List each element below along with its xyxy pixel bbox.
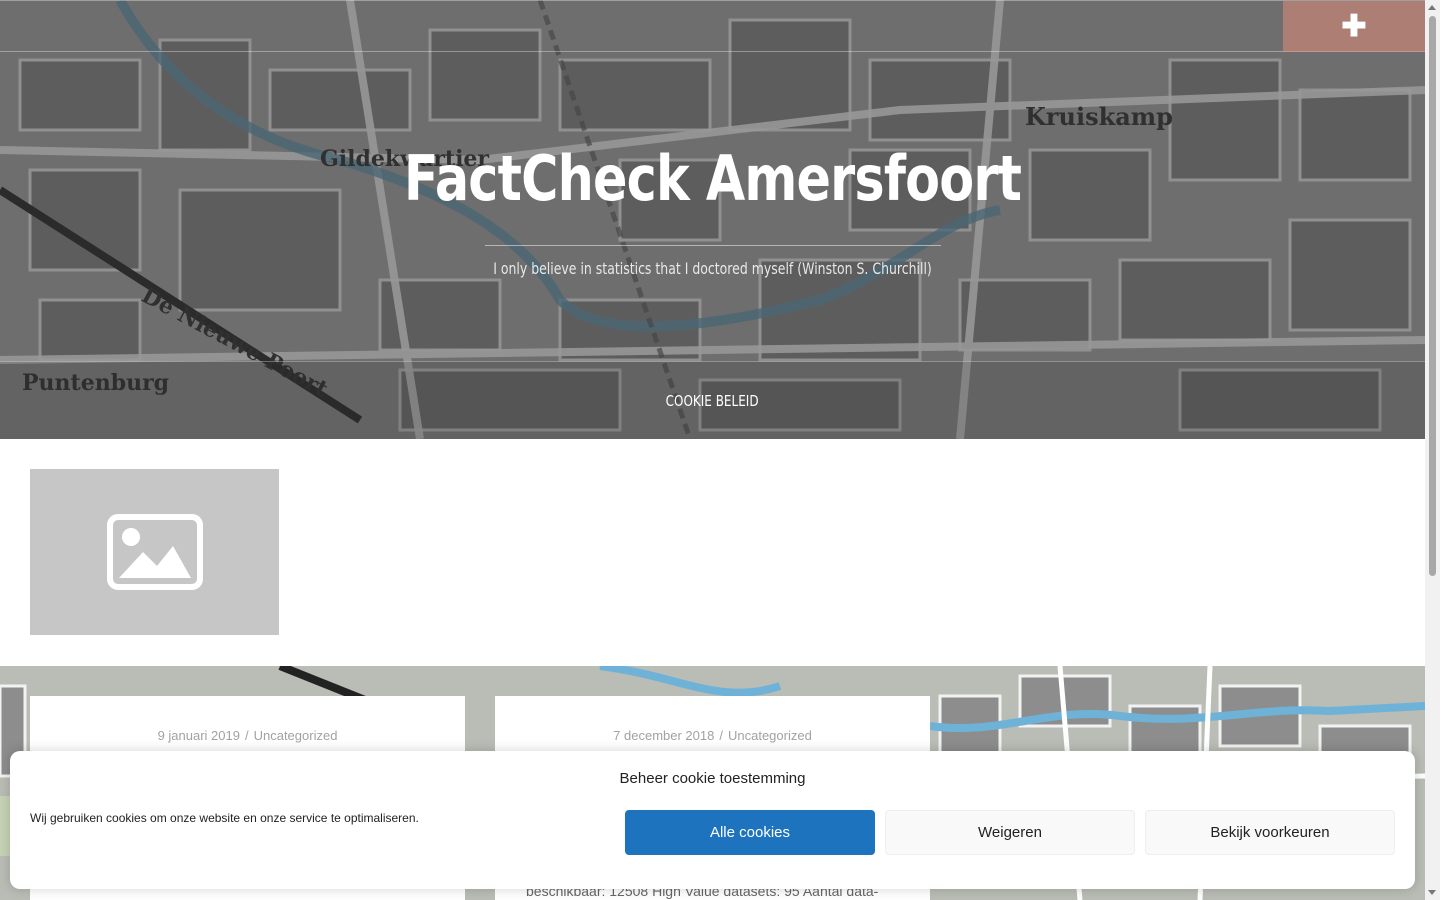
cookie-title: Beheer cookie toestemming <box>619 770 806 787</box>
deny-cookies-button[interactable]: Weigeren <box>885 810 1135 855</box>
cookie-consent-banner: Beheer cookie toestemming Wij gebruiken … <box>10 751 1415 889</box>
post-meta: 9 januari 2019 / Uncategorized <box>30 728 465 743</box>
view-preferences-button[interactable]: Bekijk voorkeuren <box>1145 810 1395 855</box>
meta-separator: / <box>719 728 723 743</box>
cookie-message: Wij gebruiken cookies om onze website en… <box>30 811 419 825</box>
image-placeholder-icon <box>106 514 203 590</box>
meta-separator: / <box>244 728 249 743</box>
title-divider <box>485 245 941 246</box>
plus-icon: ✚ <box>1341 9 1367 43</box>
post-category[interactable]: Uncategorized <box>254 728 338 743</box>
post-date[interactable]: 9 januari 2019 <box>158 728 240 743</box>
page-scrollbar[interactable] <box>1425 0 1440 900</box>
main-navigation: COOKIE BELEID <box>0 361 1425 439</box>
post-meta: 7 december 2018 / Uncategorized <box>495 728 930 743</box>
top-bar: ✚ <box>0 0 1425 52</box>
site-title[interactable]: FactCheck Amersfoort <box>128 142 1297 215</box>
nav-item-cookie-beleid[interactable]: COOKIE BELEID <box>666 392 759 410</box>
scroll-up-arrow-icon[interactable] <box>1428 5 1436 10</box>
accept-all-cookies-button[interactable]: Alle cookies <box>625 810 875 855</box>
scrollbar-thumb[interactable] <box>1429 16 1436 576</box>
site-tagline: I only believe in statistics that I doct… <box>493 259 932 278</box>
header-map-background: Gildekwartier Kruiskamp De Nieuwe Poort … <box>0 0 1425 439</box>
featured-image-placeholder[interactable] <box>30 469 279 635</box>
scroll-down-arrow-icon[interactable] <box>1428 890 1436 895</box>
menu-toggle-button[interactable]: ✚ <box>1283 1 1425 52</box>
post-date[interactable]: 7 december 2018 <box>613 728 714 743</box>
post-category[interactable]: Uncategorized <box>728 728 812 743</box>
